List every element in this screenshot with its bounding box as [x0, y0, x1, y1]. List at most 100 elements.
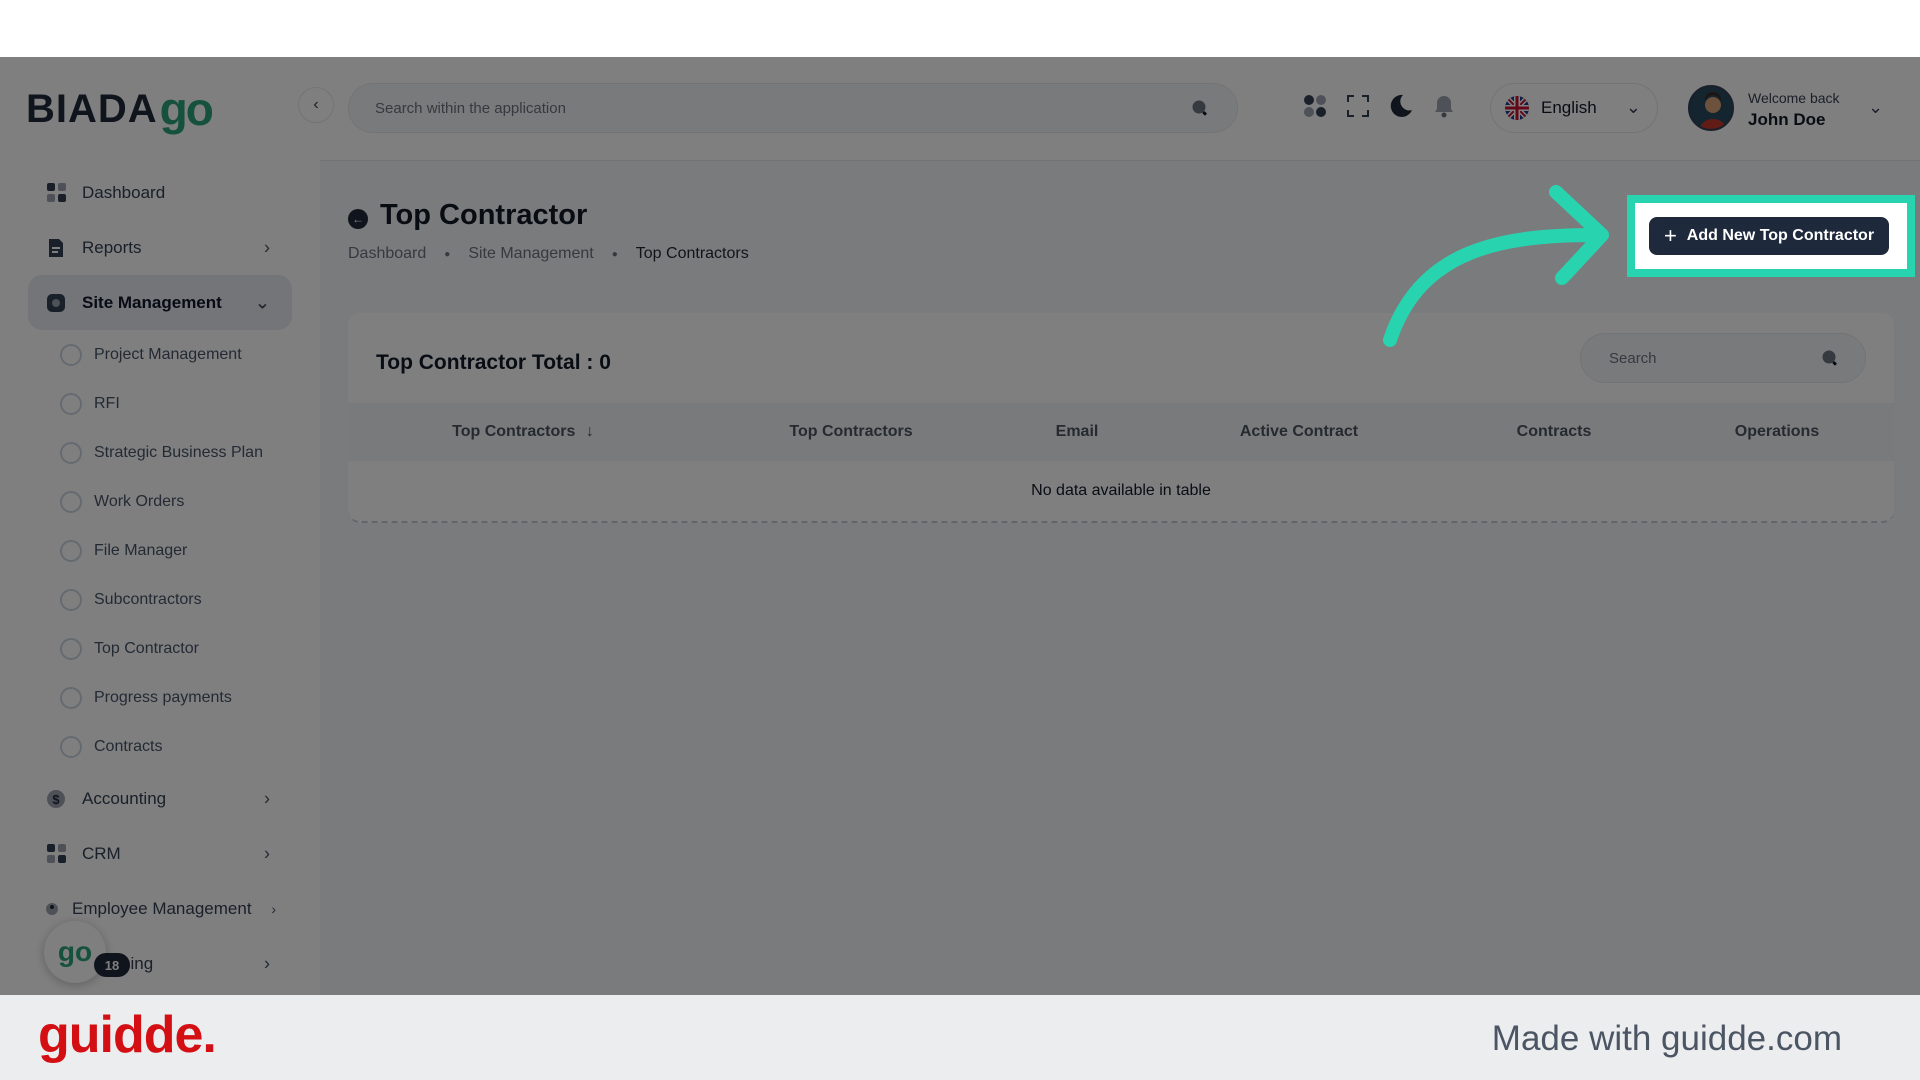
- language-selector[interactable]: English ⌄: [1490, 83, 1658, 133]
- circle-icon: [60, 539, 82, 562]
- user-icon: [42, 899, 62, 919]
- apps-grid-icon[interactable]: [1302, 93, 1328, 119]
- sidebar-subitem-contracts[interactable]: Contracts: [28, 722, 292, 771]
- subitem-label: Top Contractor: [94, 639, 199, 657]
- sidebar-item-label: Site Management: [82, 292, 222, 312]
- column-header-email[interactable]: Email: [1056, 423, 1099, 441]
- sidebar-item-label: CRM: [82, 843, 121, 863]
- column-header-top-contractors-2[interactable]: Top Contractors: [789, 423, 912, 441]
- page-title: Top Contractor: [380, 199, 588, 231]
- circle-icon: [60, 343, 82, 366]
- breadcrumb-separator: ●: [611, 248, 618, 260]
- subitem-label: File Manager: [94, 541, 188, 559]
- subitem-label: Contracts: [94, 737, 163, 755]
- top-whitespace: [0, 0, 1920, 57]
- column-header-contracts[interactable]: Contracts: [1517, 423, 1592, 441]
- sidebar-item-reports[interactable]: Reports ›: [28, 220, 292, 275]
- tutorial-arrow-icon: [1383, 185, 1609, 347]
- help-launcher-label: go: [57, 936, 93, 967]
- help-launcher-button[interactable]: go: [44, 921, 106, 983]
- subitem-label: Work Orders: [94, 492, 185, 510]
- add-new-top-contractor-button[interactable]: + Add New Top Contractor: [1649, 217, 1889, 255]
- sidebar-subitem-work-orders[interactable]: Work Orders: [28, 477, 292, 526]
- app-logo[interactable]: BIADA go: [26, 79, 214, 135]
- sidebar-item-site-management[interactable]: Site Management ⌄: [28, 275, 292, 330]
- notification-count-badge: 18: [94, 953, 130, 977]
- global-search-input[interactable]: [349, 84, 1237, 132]
- chevron-right-icon: ›: [264, 788, 270, 808]
- sidebar-item-dashboard[interactable]: Dashboard: [28, 165, 292, 220]
- sidebar-subitem-subcontractors[interactable]: Subcontractors: [28, 575, 292, 624]
- grid-icon: [46, 183, 66, 203]
- back-arrow-icon[interactable]: ←: [348, 209, 368, 229]
- circle-icon: [60, 441, 82, 464]
- welcome-text: Welcome back: [1748, 90, 1840, 106]
- circle-icon: [60, 490, 82, 513]
- subitem-label: Strategic Business Plan: [94, 443, 263, 461]
- search-icon[interactable]: [1191, 99, 1209, 117]
- language-label: English: [1541, 98, 1597, 117]
- main-content: ← Top Contractor Dashboard ● Site Manage…: [320, 161, 1920, 995]
- svg-text:$: $: [52, 792, 60, 807]
- add-button-label: Add New Top Contractor: [1686, 227, 1875, 244]
- sidebar-item-crm[interactable]: CRM ›: [28, 826, 292, 881]
- sidebar-item-label: Accounting: [82, 788, 167, 808]
- logo-go: go: [159, 83, 214, 135]
- sidebar-subitem-progress-payments[interactable]: Progress payments: [28, 673, 292, 722]
- breadcrumb-current: Top Contractors: [635, 245, 749, 262]
- sidebar-subitem-strategic-business-plan[interactable]: Strategic Business Plan: [28, 428, 292, 477]
- chevron-down-icon: ⌄: [254, 292, 270, 312]
- chevron-left-icon: ‹: [313, 96, 319, 113]
- user-avatar[interactable]: [1688, 85, 1734, 131]
- sidebar-item-label: Dashboard: [82, 182, 166, 202]
- dollar-icon: $: [46, 789, 66, 809]
- dark-mode-icon[interactable]: [1388, 93, 1414, 119]
- chevron-right-icon: ›: [264, 237, 270, 257]
- circle-icon: [60, 392, 82, 415]
- breadcrumb-site-management[interactable]: Site Management: [468, 245, 593, 263]
- logo-text: BIADA: [26, 87, 158, 131]
- table-title: Top Contractor Total : 0: [376, 351, 611, 374]
- sidebar-subitem-top-contractor[interactable]: Top Contractor: [28, 624, 292, 673]
- sidebar-item-accounting[interactable]: $ Accounting ›: [28, 771, 292, 826]
- column-header-active-contract[interactable]: Active Contract: [1240, 423, 1358, 441]
- grid-icon: [46, 844, 66, 864]
- subitem-label: RFI: [94, 394, 120, 412]
- data-table-card: Top Contractor Total : 0 Top Contractors…: [348, 313, 1894, 523]
- circle-icon: [60, 588, 82, 611]
- circle-icon: [60, 735, 82, 758]
- highlighted-action: + Add New Top Contractor: [1627, 195, 1915, 277]
- subitem-label: Project Management: [94, 345, 242, 363]
- sidebar-subitem-project-management[interactable]: Project Management: [28, 330, 292, 379]
- table-header: Top Contractors ↓ Top Contractors Email …: [348, 403, 1894, 461]
- subitem-label: Subcontractors: [94, 590, 202, 608]
- breadcrumb-dashboard[interactable]: Dashboard: [348, 245, 426, 263]
- sidebar-collapse-button[interactable]: ‹: [298, 87, 334, 123]
- sidebar-subitem-file-manager[interactable]: File Manager: [28, 526, 292, 575]
- sidebar-item-label: Reports: [82, 237, 142, 257]
- chevron-down-icon: ⌄: [1625, 97, 1641, 117]
- bell-icon[interactable]: [1431, 93, 1457, 119]
- guidde-footer: guidde. Made with guidde.com: [0, 995, 1920, 1080]
- search-icon[interactable]: [1821, 349, 1839, 367]
- made-with-text: Made with guidde.com: [1491, 1019, 1842, 1058]
- subitem-label: Progress payments: [94, 688, 232, 706]
- breadcrumb: Dashboard ● Site Management ● Top Contra…: [348, 245, 749, 263]
- sidebar-subitem-rfi[interactable]: RFI: [28, 379, 292, 428]
- user-name: John Doe: [1748, 110, 1826, 129]
- sidebar: BIADA go Dashboard Reports › Site Manage…: [0, 57, 320, 995]
- fullscreen-icon[interactable]: [1345, 93, 1371, 119]
- chevron-right-icon: ›: [264, 953, 270, 973]
- circle-icon: [60, 686, 82, 709]
- sort-down-icon: ↓: [585, 423, 594, 440]
- sidebar-nav: Dashboard Reports › Site Management ⌄ Pr…: [28, 165, 292, 991]
- user-menu-chevron-icon[interactable]: ⌄: [1868, 97, 1883, 118]
- column-header-top-contractors[interactable]: Top Contractors ↓: [452, 423, 594, 441]
- report-icon: [46, 238, 66, 258]
- table-empty-message: No data available in table: [1031, 482, 1211, 499]
- guidde-logo: guidde.: [38, 1006, 217, 1064]
- sidebar-item-label: Employee Management: [72, 898, 252, 918]
- column-header-operations: Operations: [1734, 423, 1820, 440]
- chevron-right-icon: ›: [264, 843, 270, 863]
- circle-icon: [60, 637, 82, 660]
